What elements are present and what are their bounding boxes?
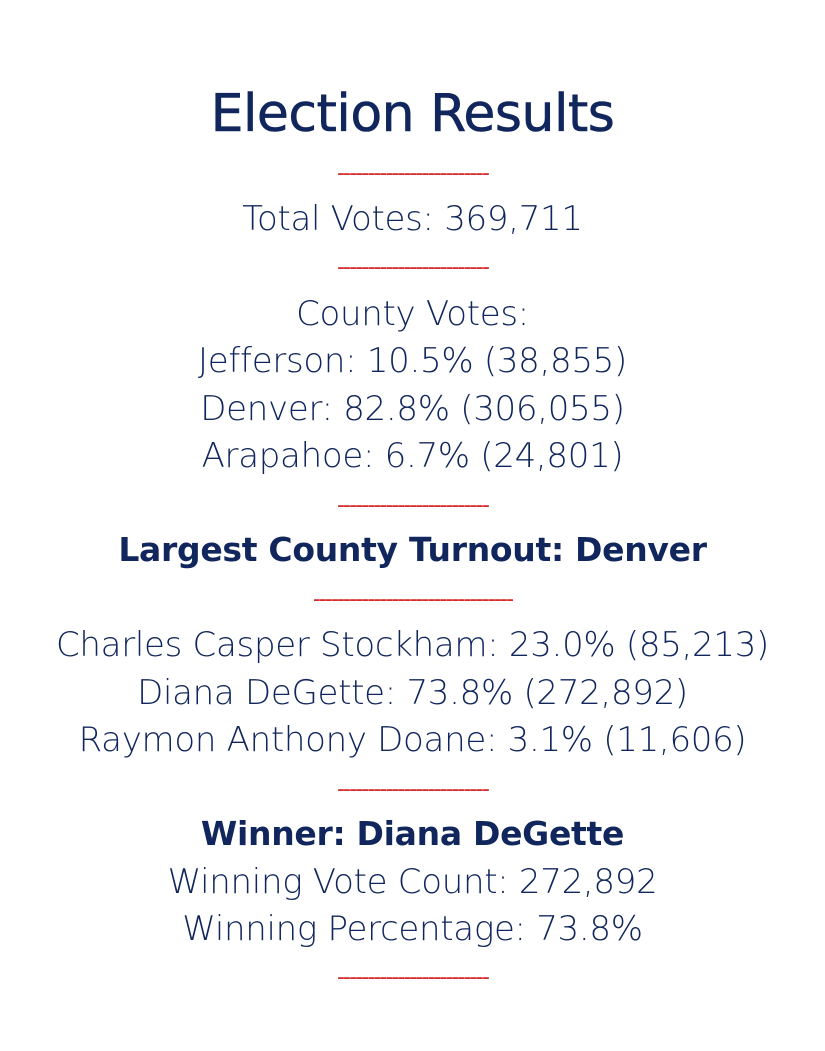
page-title: Election Results: [210, 84, 615, 145]
county-row-arapahoe: Arapahoe: 6.7% (24,801): [201, 436, 624, 476]
candidate-row-stockham: Charles Casper Stockham: 23.0% (85,213): [55, 625, 770, 665]
winner-name: Winner: Diana DeGette: [200, 814, 625, 853]
election-results-document: Election Results -----------------------…: [0, 0, 825, 1051]
winning-vote-count: Winning Vote Count: 272,892: [167, 862, 658, 902]
county-row-denver: Denver: 82.8% (306,055): [200, 389, 625, 429]
candidate-row-doane: Raymon Anthony Doane: 3.1% (11,606): [78, 720, 747, 760]
candidate-row-degette: Diana DeGette: 73.8% (272,892): [137, 673, 688, 713]
county-votes-heading: County Votes:: [296, 294, 529, 334]
divider: -------------------------: [337, 777, 490, 802]
divider: -------------------------: [337, 255, 490, 280]
winning-percentage: Winning Percentage: 73.8%: [182, 909, 643, 949]
divider: -------------------------: [337, 493, 490, 518]
county-row-jefferson: Jefferson: 10.5% (38,855): [198, 341, 627, 381]
total-votes: Total Votes: 369,711: [242, 199, 583, 239]
divider-long: ---------------------------------: [312, 587, 514, 612]
largest-county-turnout: Largest County Turnout: Denver: [118, 530, 707, 569]
divider: -------------------------: [337, 965, 490, 990]
divider: -------------------------: [337, 161, 490, 186]
